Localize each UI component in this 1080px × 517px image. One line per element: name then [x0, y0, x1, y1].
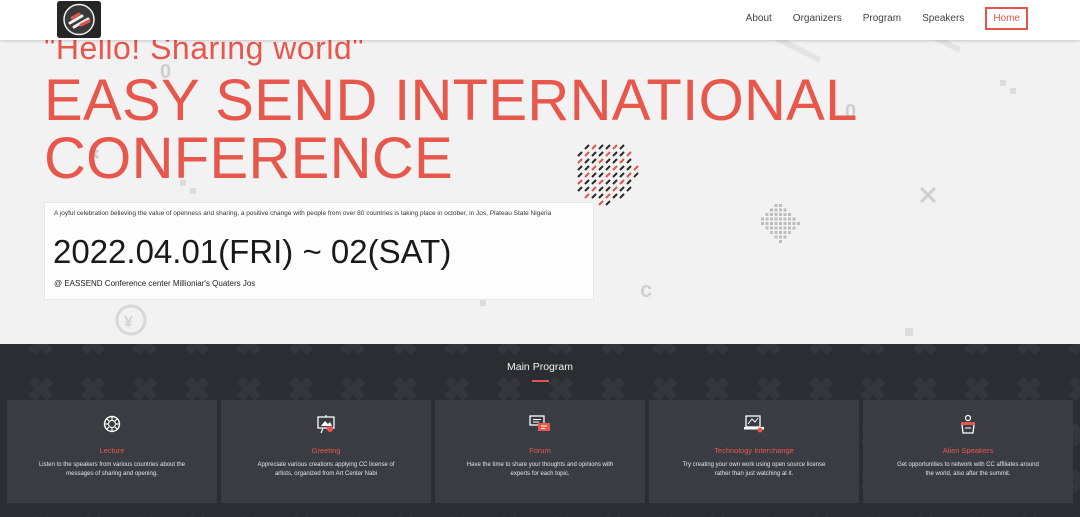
card-title: Forum	[529, 446, 551, 455]
nav-home[interactable]: Home	[985, 7, 1028, 30]
logo-icon	[57, 1, 101, 38]
top-navbar: About Organizers Program Speakers Home	[0, 0, 1080, 40]
nav-speakers[interactable]: Speakers	[922, 8, 964, 30]
main-nav: About Organizers Program Speakers Home	[725, 7, 1028, 30]
program-card-greeting[interactable]: Greeting Appreciate various creations ap…	[221, 400, 431, 503]
hero-title-line-2: CONFERENCE	[44, 126, 454, 191]
event-description: A joyful celebration believing the value…	[54, 210, 552, 217]
card-text: Appreciate various creations applying CC…	[257, 462, 395, 477]
card-text: Listen to the speakers from various coun…	[38, 462, 186, 477]
heading-underline	[532, 380, 549, 382]
technology-icon	[744, 415, 764, 433]
card-title: Technology Interchange	[714, 446, 794, 455]
event-date: 2022.04.01(FRI) ~ 02(SAT)	[53, 233, 452, 270]
card-text: Have the time to share your thoughts and…	[466, 462, 614, 477]
program-heading: Main Program	[507, 361, 573, 373]
speakers-icon	[961, 414, 975, 434]
nav-organizers[interactable]: Organizers	[793, 8, 842, 30]
card-title: Alien Speakers	[942, 446, 994, 455]
nav-about[interactable]: About	[746, 8, 772, 30]
svg-text:c: c	[640, 277, 652, 302]
hero-section: 0 0 c ¥ "Hello! Sharing world" EASY SEND…	[0, 0, 1080, 344]
card-title: Greeting	[311, 446, 341, 455]
program-card-technology[interactable]: Technology Interchange Try creating your…	[649, 400, 859, 503]
forum-icon	[529, 415, 550, 431]
site-logo[interactable]	[57, 1, 101, 38]
card-text: Get opportunities to network with CC aff…	[897, 462, 1039, 477]
main-program-section: Main Program Lecture Listen to the speak…	[0, 344, 1080, 517]
event-info-box: A joyful celebration believing the value…	[44, 202, 594, 300]
svg-text:¥: ¥	[124, 314, 133, 331]
hero-title: EASY SEND INTERNATIONAL CONFERENCE	[44, 72, 858, 188]
card-text: Try creating your own work using open so…	[682, 462, 826, 477]
program-cards: Lecture Listen to the speakers from vari…	[7, 400, 1073, 503]
program-card-lecture[interactable]: Lecture Listen to the speakers from vari…	[7, 400, 217, 503]
program-card-alien-speakers[interactable]: Alien Speakers Get opportunities to netw…	[863, 400, 1073, 503]
hero-title-line-1: EASY SEND INTERNATIONAL	[44, 68, 858, 133]
program-card-forum[interactable]: Forum Have the time to share your though…	[435, 400, 645, 503]
nav-program[interactable]: Program	[863, 8, 901, 30]
lecture-icon	[103, 415, 121, 433]
event-venue: @ EASSEND Conference center Millioniar's…	[54, 279, 256, 288]
card-title: Lecture	[99, 446, 125, 455]
greeting-icon	[317, 415, 335, 434]
